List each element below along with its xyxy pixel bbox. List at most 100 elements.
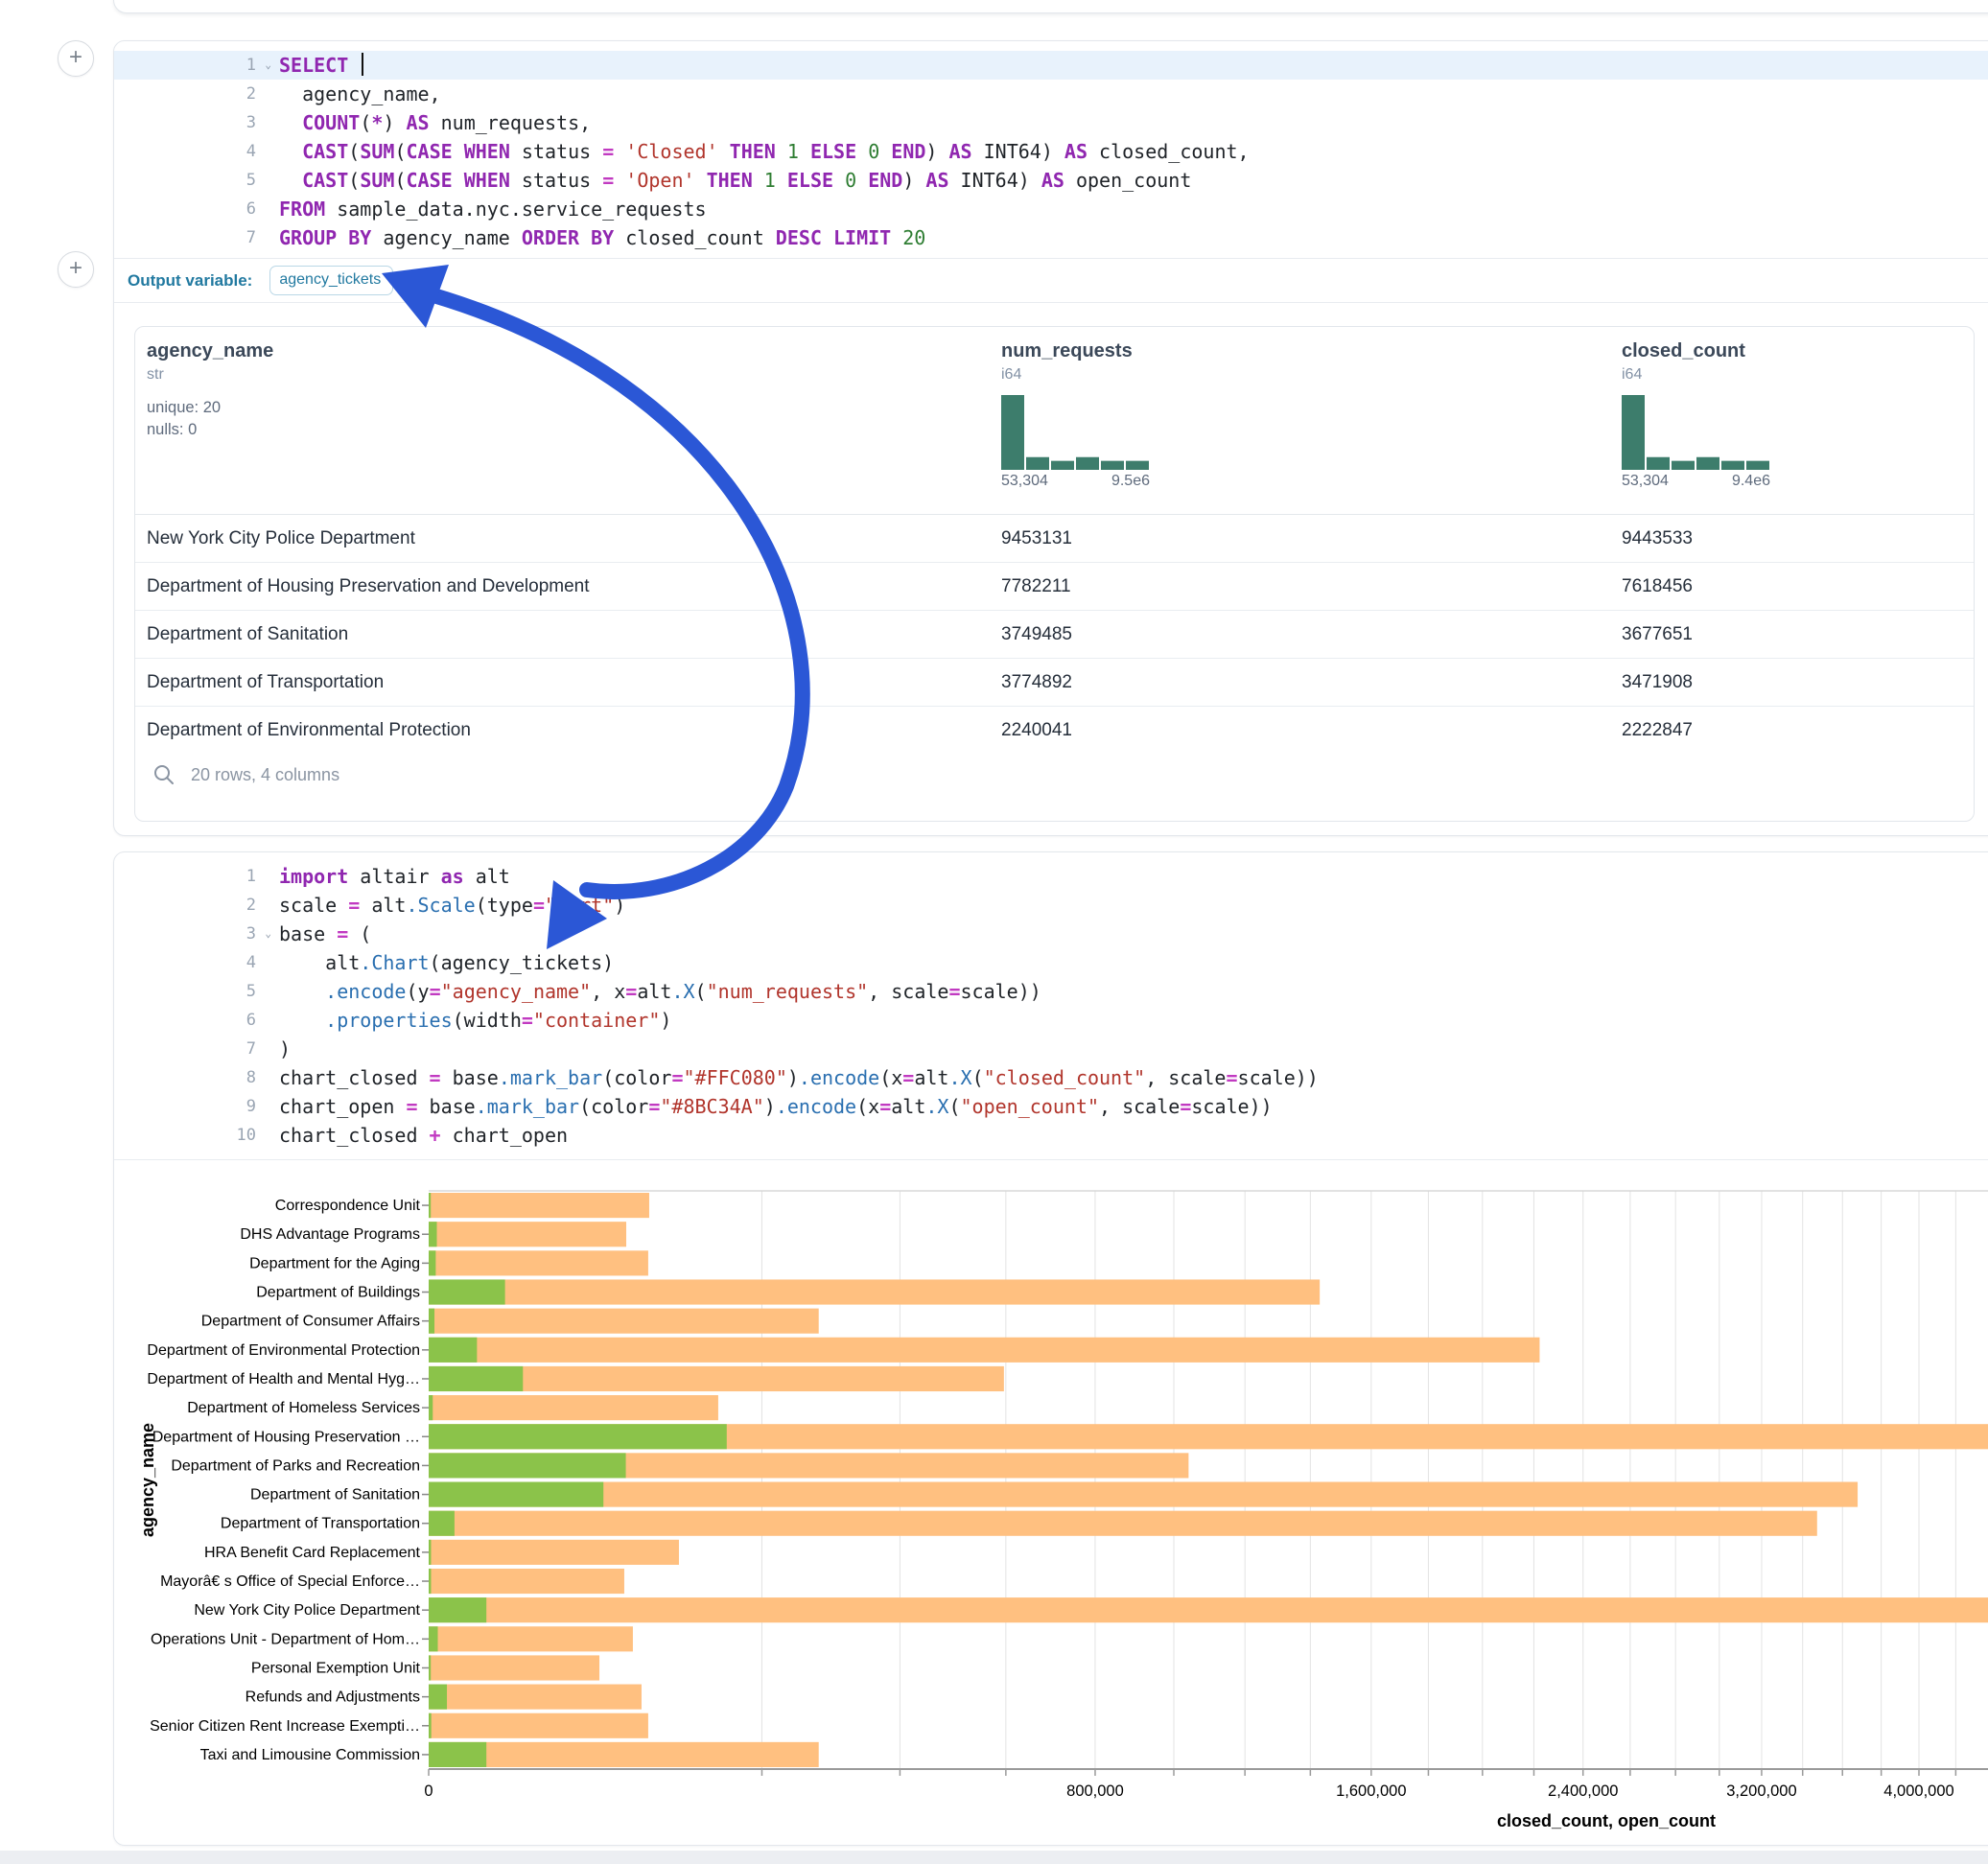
sql-editor[interactable]: 1⌄SELECT 2 agency_name,3 COUNT(*) AS num… xyxy=(114,51,1988,252)
y-axis-label: Department of Buildings xyxy=(256,1285,420,1301)
code-line[interactable]: 2scale = alt.Scale(type="sqrt") xyxy=(114,891,1988,920)
y-axis-label: Department of Parks and Recreation xyxy=(171,1457,420,1474)
cell-agency-name: Department of Environmental Protection xyxy=(147,707,471,754)
sql-cell: 1⌄SELECT 2 agency_name,3 COUNT(*) AS num… xyxy=(113,40,1988,836)
output-variable-input[interactable]: agency_tickets xyxy=(269,266,393,295)
histogram-bar xyxy=(1051,461,1074,470)
y-axis-label: Department of Consumer Affairs xyxy=(201,1314,420,1330)
histogram-bar xyxy=(1721,461,1744,470)
code-line[interactable]: 4 CAST(SUM(CASE WHEN status = 'Closed' T… xyxy=(114,137,1988,166)
code-text: chart_closed = base.mark_bar(color="#FFC… xyxy=(279,1063,1319,1092)
bar-open-count xyxy=(429,1626,438,1651)
code-line[interactable]: 1import altair as alt xyxy=(114,862,1988,891)
column-header-agency_name[interactable]: agency_namestrunique: 20nulls: 0 xyxy=(147,340,273,441)
cell-value: 7782211 xyxy=(1001,563,1071,610)
bar-open-count xyxy=(429,1713,432,1738)
column-header-closed_count[interactable]: closed_count i64 53,3049.4e6 xyxy=(1622,340,1770,490)
y-axis-label: Department of Homeless Services xyxy=(187,1400,420,1416)
code-line[interactable]: 5 CAST(SUM(CASE WHEN status = 'Open' THE… xyxy=(114,166,1988,195)
y-axis-label: Department for the Aging xyxy=(249,1255,420,1271)
bar-open-count xyxy=(429,1222,437,1247)
search-icon[interactable] xyxy=(152,763,175,786)
histogram-bar xyxy=(1672,461,1695,470)
cell-value: 7618456 xyxy=(1622,563,1693,610)
code-line[interactable]: 8 chart_closed = base.mark_bar(color="#FF… xyxy=(114,1063,1988,1092)
cell-value: 9453131 xyxy=(1001,515,1072,562)
bar-closed-count xyxy=(429,1309,819,1334)
fold-chevron-icon[interactable]: ⌄ xyxy=(265,58,271,71)
code-text: chart_closed + chart_open xyxy=(279,1121,568,1150)
cell-value: 2222847 xyxy=(1622,707,1693,754)
y-axis-label: Personal Exemption Unit xyxy=(251,1660,421,1676)
bar-closed-count xyxy=(429,1482,1858,1507)
code-line[interactable]: 4 alt.Chart(agency_tickets) xyxy=(114,948,1988,977)
altair-bar-chart: Correspondence UnitDHS Advantage Program… xyxy=(115,1179,1988,1864)
bar-open-count xyxy=(429,1511,455,1536)
code-line[interactable]: 6FROM sample_data.nyc.service_requests xyxy=(114,195,1988,223)
code-text: .properties(width="container") xyxy=(279,1006,671,1035)
line-number: 5 xyxy=(114,982,256,1001)
column-type: i64 xyxy=(1622,366,1770,384)
x-axis-title: closed_count, open_count xyxy=(1497,1811,1716,1830)
histogram-min-label: 53,304 xyxy=(1622,473,1669,490)
bar-open-count xyxy=(429,1366,523,1391)
bar-open-count xyxy=(429,1453,626,1478)
code-line[interactable]: 7GROUP BY agency_name ORDER BY closed_co… xyxy=(114,223,1988,252)
histogram-bar xyxy=(1001,395,1024,470)
text-cursor xyxy=(362,53,363,76)
x-axis-tick-label: 4,000,000 xyxy=(1883,1782,1953,1800)
line-number: 7 xyxy=(114,1039,256,1059)
line-number: 1⌄ xyxy=(114,56,256,75)
python-editor[interactable]: 1import altair as alt2scale = alt.Scale(… xyxy=(114,862,1988,1150)
output-variable-label: Output variable: xyxy=(128,271,252,291)
code-text: CAST(SUM(CASE WHEN status = 'Open' THEN … xyxy=(279,166,1191,195)
table-body: New York City Police Department945313194… xyxy=(135,515,1974,754)
code-line[interactable]: 2 agency_name, xyxy=(114,80,1988,108)
bar-open-count xyxy=(429,1279,505,1304)
line-number: 5 xyxy=(114,171,256,190)
code-text: .encode(y="agency_name", x=alt.X("num_re… xyxy=(279,977,1041,1006)
bar-open-count xyxy=(429,1569,431,1594)
bar-closed-count xyxy=(429,1713,648,1738)
histogram-range-labels: 53,3049.4e6 xyxy=(1622,473,1770,490)
bar-closed-count xyxy=(429,1742,819,1767)
x-axis-tick-label: 800,000 xyxy=(1066,1782,1124,1800)
code-line[interactable]: 9 chart_open = base.mark_bar(color="#8BC3… xyxy=(114,1092,1988,1121)
fold-chevron-icon[interactable]: ⌄ xyxy=(265,927,271,940)
code-text: chart_open = base.mark_bar(color="#8BC34… xyxy=(279,1092,1273,1121)
histogram-range-labels: 53,3049.5e6 xyxy=(1001,473,1150,490)
code-line[interactable]: 6 .properties(width="container") xyxy=(114,1006,1988,1035)
code-line[interactable]: 7) xyxy=(114,1035,1988,1063)
bar-open-count xyxy=(429,1742,486,1767)
code-line[interactable]: 3⌄base = ( xyxy=(114,920,1988,948)
code-line[interactable]: 10chart_closed + chart_open xyxy=(114,1121,1988,1150)
line-number: 4 xyxy=(114,953,256,972)
add-cell-button-middle[interactable]: + xyxy=(58,251,94,288)
column-name: closed_count xyxy=(1622,340,1770,362)
bar-closed-count xyxy=(429,1569,624,1594)
code-line[interactable]: 3 COUNT(*) AS num_requests, xyxy=(114,108,1988,137)
table-row: Department of Environmental Protection 22… xyxy=(135,706,1974,754)
column-header-num_requests[interactable]: num_requestsi6453,3049.5e6 xyxy=(1001,340,1150,490)
cell-agency-name: Department of Sanitation xyxy=(147,611,348,658)
code-line[interactable]: 5 .encode(y="agency_name", x=alt.X("num_… xyxy=(114,977,1988,1006)
cell-value: 3677651 xyxy=(1622,611,1693,658)
line-number: 8 xyxy=(114,1068,256,1087)
y-axis-label: Correspondence Unit xyxy=(275,1198,421,1214)
column-histogram xyxy=(1622,395,1770,470)
y-axis-title: agency_name xyxy=(138,1423,157,1537)
line-number: 9 xyxy=(114,1097,256,1116)
code-line[interactable]: 1⌄SELECT xyxy=(114,51,1988,80)
cell-value: 9443533 xyxy=(1622,515,1693,562)
y-axis-label: Department of Environmental Protection xyxy=(147,1342,420,1359)
bar-closed-count xyxy=(429,1222,626,1247)
histogram-bar xyxy=(1647,457,1670,470)
y-axis-label: Taxi and Limousine Commission xyxy=(200,1747,420,1763)
output-variable-row: Output variable: agency_tickets xyxy=(114,259,1988,303)
add-cell-button-top[interactable]: + xyxy=(58,40,94,77)
y-axis-label: Senior Citizen Rent Increase Exempti… xyxy=(150,1718,420,1735)
code-text: GROUP BY agency_name ORDER BY closed_cou… xyxy=(279,223,925,252)
line-number: 6 xyxy=(114,199,256,219)
bar-open-count xyxy=(429,1424,727,1449)
bar-closed-count xyxy=(429,1279,1320,1304)
